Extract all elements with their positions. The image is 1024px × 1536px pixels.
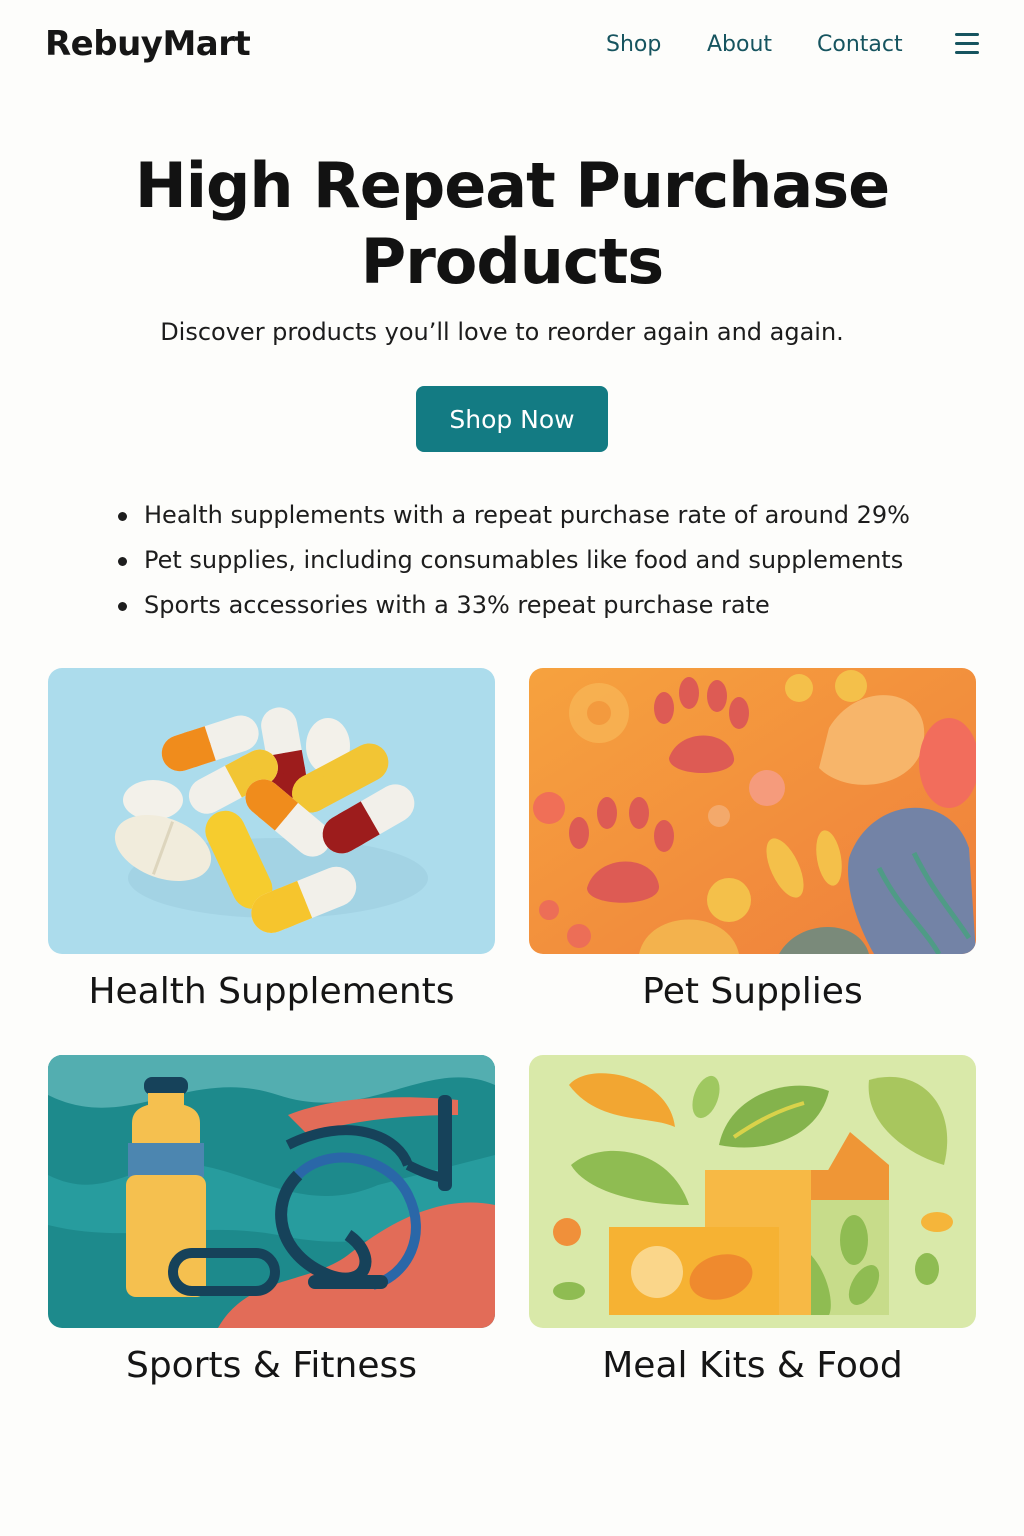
category-label: Sports & Fitness	[125, 1345, 418, 1386]
hero-subtitle: Discover products you’ll love to reorder…	[160, 318, 844, 346]
hero-title: High Repeat Purchase Products	[134, 149, 890, 298]
capsules-illustration[interactable]	[48, 668, 495, 954]
nav-link-shop[interactable]: Shop	[606, 30, 661, 60]
main-nav: Shop About Contact	[0, 30, 1024, 62]
nav-link-about[interactable]: About	[707, 30, 772, 60]
paw-prints-illustration[interactable]	[529, 668, 976, 954]
food-boxes-leaves-illustration[interactable]	[529, 1055, 976, 1328]
nav-link-contact[interactable]: Contact	[817, 30, 903, 60]
highlight-item: Sports accessories with a 33% repeat pur…	[118, 583, 910, 628]
highlights-list: Health supplements with a repeat purchas…	[118, 493, 910, 628]
shop-now-button[interactable]: Shop Now	[416, 386, 608, 452]
hamburger-menu-icon[interactable]	[955, 33, 979, 55]
category-label: Meal Kits & Food	[602, 1345, 903, 1386]
highlight-item: Health supplements with a repeat purchas…	[118, 493, 910, 538]
highlight-item: Pet supplies, including consumables like…	[118, 538, 910, 583]
category-label: Pet Supplies	[642, 971, 863, 1012]
category-label: Health Supplements	[88, 971, 455, 1012]
water-bottle-resistance-band-illustration[interactable]	[48, 1055, 495, 1328]
